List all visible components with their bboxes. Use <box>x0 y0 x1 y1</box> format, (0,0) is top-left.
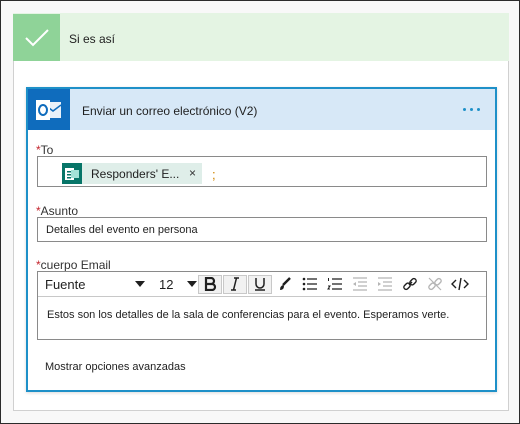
more-options-button[interactable] <box>457 97 485 121</box>
font-family-value: Fuente <box>45 276 86 292</box>
recipient-token-label: Responders' E... <box>91 166 180 181</box>
dot-icon <box>462 107 466 111</box>
condition-branch-header[interactable]: Si es así <box>13 13 509 62</box>
underline-button[interactable] <box>248 274 272 294</box>
remove-link-button[interactable] <box>423 275 447 294</box>
chevron-down-icon <box>135 281 145 287</box>
italic-button[interactable] <box>223 274 247 294</box>
bulleted-list-button[interactable] <box>298 275 322 294</box>
chevron-down-icon <box>187 281 197 287</box>
show-advanced-options-link[interactable]: Mostrar opciones avanzadas <box>45 361 186 373</box>
action-title: Enviar un correo electrónico (V2) <box>82 104 258 118</box>
unlink-icon <box>428 277 442 291</box>
numbered-list-icon <box>327 278 342 290</box>
to-label-text: To <box>40 143 54 157</box>
insert-link-button[interactable] <box>398 275 422 294</box>
action-card-header[interactable]: Enviar un correo electrónico (V2) <box>28 89 495 130</box>
recipient-token[interactable]: Responders' E... × <box>62 163 202 184</box>
recipient-separator: ; <box>212 167 216 182</box>
numbered-list-button[interactable] <box>323 275 347 294</box>
email-body-text[interactable]: Estos son los detalles de la sala de con… <box>47 309 449 321</box>
decrease-indent-button[interactable] <box>348 275 372 294</box>
subject-label-text: Asunto <box>40 204 79 218</box>
font-color-button[interactable] <box>273 275 297 294</box>
decrease-indent-icon <box>353 277 367 291</box>
underline-icon <box>255 278 265 291</box>
dot-icon <box>469 107 473 111</box>
bold-icon <box>204 277 217 291</box>
increase-indent-button[interactable] <box>373 275 397 294</box>
bulleted-list-icon <box>302 277 317 291</box>
email-body-editor: Fuente 12 Estos son los detalles de la s… <box>37 271 487 340</box>
check-icon <box>13 14 60 62</box>
increase-indent-icon <box>378 277 392 291</box>
body-label: *cuerpo Email <box>36 258 117 272</box>
outlook-icon <box>28 89 70 130</box>
to-label: *To <box>36 143 60 157</box>
dot-icon <box>476 107 480 111</box>
code-icon <box>451 277 469 291</box>
subject-input[interactable]: Detalles del evento en persona <box>37 217 487 242</box>
body-label-text: cuerpo Email <box>40 258 111 272</box>
to-field[interactable]: Responders' E... × ; <box>37 156 487 187</box>
font-family-dropdown[interactable]: Fuente <box>45 275 149 294</box>
italic-icon <box>231 277 239 291</box>
flow-designer: Si es así Enviar un correo electrónico (… <box>0 0 520 424</box>
close-icon[interactable]: × <box>189 166 196 180</box>
font-size-dropdown[interactable]: 12 <box>159 275 197 294</box>
condition-branch-title: Si es así <box>69 32 116 46</box>
bold-button[interactable] <box>198 274 222 294</box>
subject-label: *Asunto <box>36 204 85 218</box>
brush-icon <box>280 277 291 290</box>
link-icon <box>403 277 417 291</box>
forms-icon <box>62 163 82 184</box>
send-email-action-card: Enviar un correo electrónico (V2) *To Re… <box>26 87 497 392</box>
code-view-button[interactable] <box>448 275 472 294</box>
editor-toolbar: Fuente 12 <box>38 272 486 297</box>
font-size-value: 12 <box>159 276 174 292</box>
